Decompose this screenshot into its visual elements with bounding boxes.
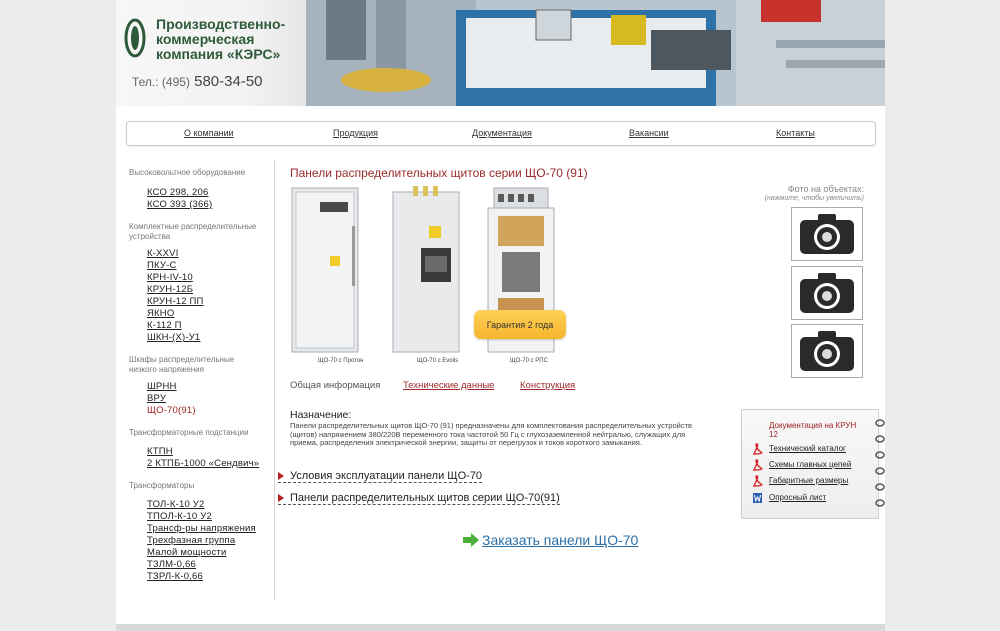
photos-label: Фото на объектах: (нажмите, чтобы увелич…	[736, 184, 864, 204]
sidebar-item-shrnn[interactable]: ШРНН	[147, 381, 177, 392]
nav-item-products[interactable]: Продукция	[333, 128, 378, 138]
sidebar-item-yakno[interactable]: ЯКНО	[147, 308, 174, 319]
sidebar-item-three-phase[interactable]: Трехфазная группа	[147, 535, 235, 546]
green-arrow-icon	[463, 533, 479, 547]
sidebar-item-krun-12b[interactable]: КРУН-12Б	[147, 284, 193, 295]
doc-link-dimensions[interactable]: Габаритные размеры	[769, 476, 848, 485]
phone-prefix: Тел.: (495)	[132, 75, 190, 89]
sidebar-section-title: Трансформаторы	[129, 481, 195, 490]
nav-item-documentation[interactable]: Документация	[472, 128, 532, 138]
word-doc-icon	[753, 493, 762, 503]
cabinet-image	[392, 186, 460, 353]
camera-icon	[800, 273, 854, 313]
pdf-icon	[752, 443, 763, 455]
company-name: Производственно- коммерческая компания «…	[156, 17, 306, 62]
sidebar: Высоковольтное оборудование КСО 298, 206…	[116, 160, 275, 600]
sidebar-section-title: Шкафы распределительные низкого напряжен…	[129, 355, 235, 374]
sidebar-item-low-power[interactable]: Малой мощности	[147, 547, 227, 558]
page-title: Панели распределительных щитов серии ЩО-…	[290, 166, 588, 180]
doc-link-main-circuits[interactable]: Схемы главных цепей	[769, 460, 851, 469]
product-card[interactable]: ЩО-70 с Evolis	[391, 186, 463, 364]
page: Производственно- коммерческая компания «…	[116, 0, 885, 631]
phone-number: 580-34-50	[194, 73, 263, 90]
expand-arrow-icon	[278, 494, 284, 502]
sidebar-item-krn-iv-10[interactable]: КРН-IV-10	[147, 272, 193, 283]
expand-arrow-icon	[278, 472, 284, 480]
photos-label-hint: (нажмите, чтобы увеличить)	[764, 195, 864, 202]
logo-area: Производственно- коммерческая компания «…	[116, 0, 306, 106]
sidebar-item-shkn[interactable]: ШКН-(Х)-У1	[147, 332, 200, 343]
camera-icon	[800, 331, 854, 371]
sidebar-item-shcho-70-active[interactable]: ЩО-70(91)	[147, 405, 196, 416]
tab-construction[interactable]: Конструкция	[520, 380, 575, 391]
nav-item-about[interactable]: О компании	[184, 128, 234, 138]
order-link-label: Заказать панели ЩО-70	[482, 532, 639, 548]
sidebar-item-tzrl[interactable]: ТЗРЛ-К-0,66	[147, 571, 203, 582]
sidebar-item-k-xxvi[interactable]: К-XXVI	[147, 248, 179, 259]
sidebar-section-title: Трансформаторные подстанции	[129, 428, 249, 437]
product-caption: ЩО-70 с РПС	[510, 358, 548, 364]
pdf-icon	[752, 459, 763, 471]
camera-icon	[800, 214, 854, 254]
sidebar-item-ktpn[interactable]: КТПН	[147, 446, 173, 457]
company-name-line2: коммерческая	[156, 31, 255, 47]
sidebar-item-2ktpb[interactable]: 2 КТПБ-1000 «Сендвич»	[147, 458, 259, 469]
nav-item-vacancies[interactable]: Вакансии	[629, 128, 669, 138]
docs-title: Документация на КРУН 12	[769, 421, 857, 439]
header-banner-photo	[306, 0, 885, 106]
company-name-line3: компания «КЭРС»	[156, 46, 281, 62]
photos-label-title: Фото на объектах:	[787, 184, 864, 194]
doc-link-technical-catalog[interactable]: Технический каталог	[769, 444, 846, 453]
sidebar-item-krun-12pp[interactable]: КРУН-12 ПП	[147, 296, 204, 307]
banner-machine-image	[306, 0, 885, 106]
warranty-badge: Гарантия 2 года	[474, 310, 566, 339]
sidebar-item-vru[interactable]: ВРУ	[147, 393, 166, 404]
sidebar-item-voltage-transformers[interactable]: Трансф-ры напряжения	[147, 523, 256, 534]
accordion-operating-conditions[interactable]: Условия эксплуатации панели ЩО-70	[278, 470, 483, 483]
doc-link-questionnaire[interactable]: Опросный лист	[769, 493, 826, 502]
accordion-panel-series[interactable]: Панели распределительных щитов серии ЩО-…	[278, 492, 560, 505]
notebook-rings-icon	[875, 419, 885, 507]
sidebar-item-pku-s[interactable]: ПКУ-С	[147, 260, 177, 271]
company-logo-icon[interactable]	[124, 18, 146, 58]
cabinet-image	[291, 187, 359, 353]
product-caption: ЩО-70 с Протон	[318, 358, 364, 364]
header: Производственно- коммерческая компания «…	[116, 0, 885, 106]
sidebar-item-tol-k-10[interactable]: ТОЛ-К-10 У2	[147, 499, 204, 510]
accordion-label: Панели распределительных щитов серии ЩО-…	[290, 492, 560, 504]
phone: Тел.: (495) 580-34-50	[132, 73, 263, 90]
main-nav: О компании Продукция Документация Ваканс…	[126, 121, 876, 146]
accordion-label: Условия эксплуатации панели ЩО-70	[290, 470, 483, 482]
footer-bar	[116, 624, 885, 631]
sidebar-item-k-112p[interactable]: К-112 П	[147, 320, 182, 331]
photo-thumbnail[interactable]	[791, 324, 863, 378]
company-name-line1: Производственно-	[156, 16, 286, 32]
tab-general-info[interactable]: Общая информация	[290, 380, 380, 391]
sidebar-section-title: Комплектные распределительные устройства	[129, 222, 257, 241]
product-caption: ЩО-70 с Evolis	[417, 358, 459, 364]
sidebar-item-kso-298[interactable]: КСО 298, 206	[147, 187, 209, 198]
order-link[interactable]: Заказать панели ЩО-70	[463, 532, 639, 548]
photo-thumbnail[interactable]	[791, 266, 863, 320]
documentation-notebook: Документация на КРУН 12 Технический ката…	[741, 409, 885, 519]
sidebar-item-tzlm[interactable]: ТЗЛМ-0,66	[147, 559, 196, 570]
pdf-icon	[752, 475, 763, 487]
product-card[interactable]: ЩО-70 с Протон	[290, 186, 364, 364]
nav-item-contacts[interactable]: Контакты	[776, 128, 815, 138]
purpose-heading: Назначение:	[290, 409, 352, 421]
sidebar-section-title: Высоковольтное оборудование	[129, 168, 246, 177]
sidebar-item-tpol-k-10[interactable]: ТПОЛ-К-10 У2	[147, 511, 212, 522]
photo-thumbnail[interactable]	[791, 207, 863, 261]
purpose-text: Панели распределительных щитов ЩО-70 (91…	[290, 421, 692, 448]
tab-technical-data[interactable]: Технические данные	[403, 380, 494, 391]
sidebar-item-kso-393[interactable]: КСО 393 (366)	[147, 199, 212, 210]
